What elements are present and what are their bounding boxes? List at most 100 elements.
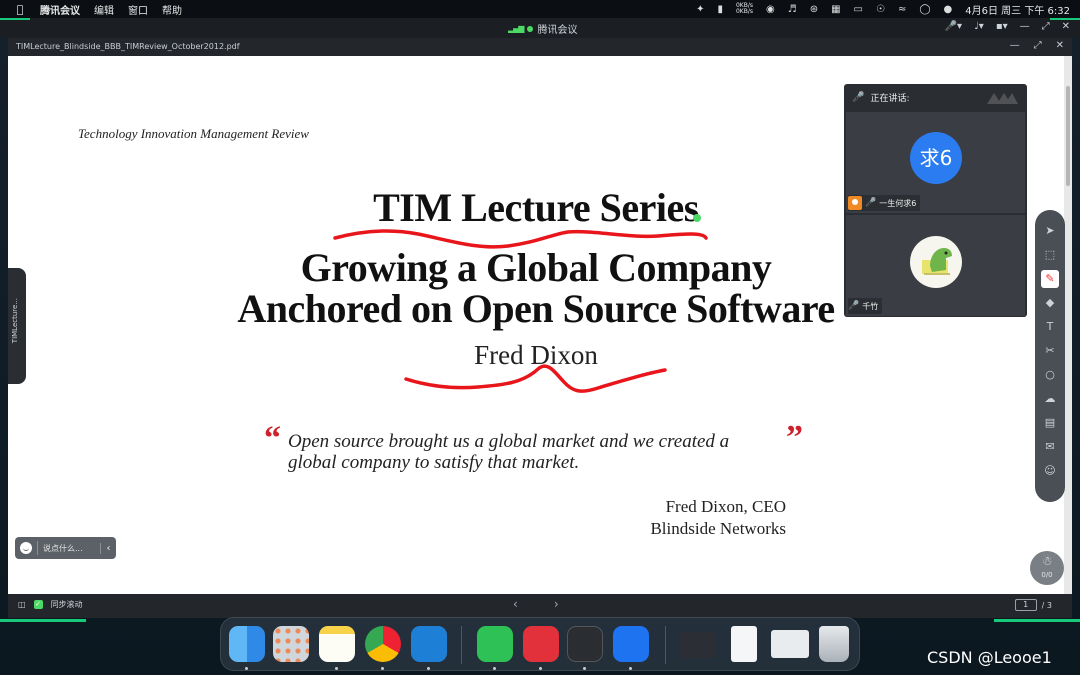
status-area: ✦ ▮ 0KB/s 0KB/s ◉ ♬ ⊛ ▦ ▭ ☉ ≈ ◯ ● 4月6日 周三… <box>696 0 1070 18</box>
feishu-icon[interactable] <box>567 626 603 662</box>
battery-icon[interactable]: ▭ <box>854 4 863 15</box>
document-scrollbar[interactable] <box>1064 56 1072 594</box>
toolbox-icon[interactable]: ▤ <box>1041 414 1059 432</box>
eraser-icon[interactable]: ◆ <box>1041 294 1059 312</box>
mic-off-icon: 🎤 <box>865 198 877 208</box>
text-icon[interactable]: T <box>1041 318 1059 336</box>
window-thumbnail-3[interactable] <box>771 630 809 658</box>
comment-icon[interactable]: ✉ <box>1041 438 1059 456</box>
menu-help[interactable]: 帮助 <box>162 2 182 17</box>
participant-name: 一生何求6 <box>879 198 917 208</box>
menu-edit[interactable]: 编辑 <box>94 2 114 17</box>
dinosaur-avatar-icon <box>922 248 952 275</box>
meeting-controls: 🎤▾ ♩▾ ▪▾ — ⤢ ✕ <box>945 21 1070 32</box>
meeting-title: ▂▄▆ 腾讯会议 <box>508 21 577 36</box>
mac-menu-bar:  腾讯会议 编辑 窗口 帮助 ✦ ▮ 0KB/s0KB/s ◉ ♬ ⊛ ▦ ▭… <box>0 0 1080 18</box>
sharing-border-left <box>0 619 86 622</box>
page-counter: 0/0 <box>1041 571 1053 579</box>
quote-open-mark: “ <box>264 420 281 457</box>
finder-icon[interactable] <box>229 626 265 662</box>
bluetooth-icon[interactable]: ⊛ <box>810 4 818 15</box>
prev-page-icon[interactable]: ‹ <box>513 597 518 611</box>
members-icon[interactable]: ☺ <box>1041 462 1059 480</box>
window-thumbnail-1[interactable] <box>679 632 715 658</box>
total-pages: / 3 <box>1041 600 1052 610</box>
wechat-icon[interactable] <box>477 626 513 662</box>
camera-icon[interactable]: ▪▾ <box>996 21 1008 32</box>
participant-tile[interactable]: 求6 🎤 一生何求6 <box>846 112 1025 213</box>
secure-dot-icon <box>527 25 534 32</box>
document-window-controls: — ⤢ ✕ <box>1010 40 1064 51</box>
running-dot <box>539 667 542 670</box>
sync-scroll-label: 同步滚动 <box>50 600 83 609</box>
area-select-icon[interactable]: ⬚ <box>1041 246 1059 264</box>
shape-icon[interactable]: ○ <box>1041 366 1059 384</box>
volume-icon[interactable]: ♬ <box>788 4 797 15</box>
control-center-icon[interactable]: ◯ <box>919 4 930 15</box>
siri-icon[interactable]: ● <box>944 4 953 15</box>
net-down: 0KB/s <box>735 8 753 15</box>
chat-input-pill[interactable]: 说点什么... ‹ <box>15 537 116 559</box>
participant-avatar <box>910 236 962 288</box>
mic-icon[interactable]: 🎤▾ <box>945 21 962 32</box>
scrollbar-thumb[interactable] <box>1066 86 1070 186</box>
speaker-panel[interactable]: 🎤 正在讲话: 求6 🎤 一生何求6 🎤 千竹 <box>844 84 1027 317</box>
pen-icon[interactable]: ✎ <box>1041 270 1059 288</box>
participant-tile[interactable]: 🎤 千竹 <box>846 215 1025 316</box>
wechat-status-icon[interactable]: ◉ <box>766 4 775 15</box>
attribution: Fred Dixon, CEO Blindside Networks <box>568 496 786 540</box>
net-speed[interactable]: 0KB/s 0KB/s <box>736 3 753 15</box>
cloud-icon[interactable]: ☁ <box>1041 390 1059 408</box>
running-dot <box>381 667 384 670</box>
keyboard-icon[interactable]: ▦ <box>831 4 840 15</box>
document-title-bar: TIMLecture_Blindside_BBB_TIMReview_Octob… <box>8 38 1072 56</box>
quote-line2: global company to satisfy that market. <box>288 452 580 473</box>
minimize-icon[interactable]: — <box>1020 21 1030 32</box>
maximize-icon[interactable]: ⤢ <box>1042 21 1050 32</box>
page-thumbnail-button[interactable]: ☃ 0/0 <box>1030 551 1064 585</box>
chat-placeholder[interactable]: 说点什么... <box>43 543 100 554</box>
apple-icon[interactable]:  <box>12 3 28 16</box>
next-page-icon[interactable]: › <box>554 597 559 611</box>
running-dot <box>335 667 338 670</box>
window-thumbnail-2[interactable] <box>731 626 757 662</box>
meeting-window-bar: ▂▄▆ 腾讯会议 🎤▾ ♩▾ ▪▾ — ⤢ ✕ <box>0 18 1080 38</box>
disk-icon[interactable]: ▮ <box>717 4 723 15</box>
doc-minimize-icon[interactable]: — <box>1010 40 1020 51</box>
menu-app-name[interactable]: 腾讯会议 <box>40 2 80 17</box>
document-filename: TIMLecture_Blindside_BBB_TIMReview_Octob… <box>16 42 240 51</box>
launchpad-icon[interactable] <box>273 626 309 662</box>
trash-icon[interactable] <box>819 626 849 662</box>
feishu-status-icon[interactable]: ✦ <box>696 4 704 15</box>
speaker-mute-icon[interactable]: ♩▾ <box>974 21 984 32</box>
watermark: CSDN @Leooe1 <box>927 648 1052 667</box>
sidebar-toggle-icon[interactable]: ◫ <box>18 600 26 609</box>
app-red-icon[interactable] <box>523 626 559 662</box>
notes-icon[interactable] <box>319 626 355 662</box>
current-page-input[interactable]: 1 <box>1014 599 1037 611</box>
attribution-name: Fred Dixon, CEO <box>665 497 786 516</box>
doc-close-icon[interactable]: ✕ <box>1056 40 1064 51</box>
collapse-chevron-icon[interactable]: ‹ <box>100 542 116 554</box>
clock[interactable]: 4月6日 周三 下午 6:32 <box>965 2 1070 17</box>
speaker-name: Fred Dixon <box>474 340 598 370</box>
tencent-meeting-icon[interactable] <box>613 626 649 662</box>
running-dot <box>493 667 496 670</box>
chrome-icon[interactable] <box>365 626 401 662</box>
doc-expand-icon[interactable]: ⤢ <box>1034 40 1042 51</box>
page-indicator: 1 / 3 <box>1014 599 1052 611</box>
attribution-company: Blindside Networks <box>650 519 786 538</box>
close-icon[interactable]: ✕ <box>1062 21 1070 32</box>
host-icon <box>848 196 862 210</box>
sharing-border-right <box>994 619 1080 622</box>
smiley-icon[interactable] <box>20 542 32 554</box>
scissors-icon[interactable]: ✂ <box>1041 342 1059 360</box>
menu-window[interactable]: 窗口 <box>128 2 148 17</box>
wifi-icon[interactable]: ≈ <box>898 4 906 15</box>
vscode-icon[interactable] <box>411 626 447 662</box>
annotation-toolbar: ➤ ⬚ ✎ ◆ T ✂ ○ ☁ ▤ ✉ ☺ <box>1035 210 1065 502</box>
document-list-drawer[interactable]: TIMLecture... <box>8 268 26 384</box>
user-icon[interactable]: ☉ <box>876 4 885 15</box>
select-icon[interactable]: ➤ <box>1041 222 1059 240</box>
sync-scroll-checkbox[interactable]: ✓ <box>33 600 43 609</box>
